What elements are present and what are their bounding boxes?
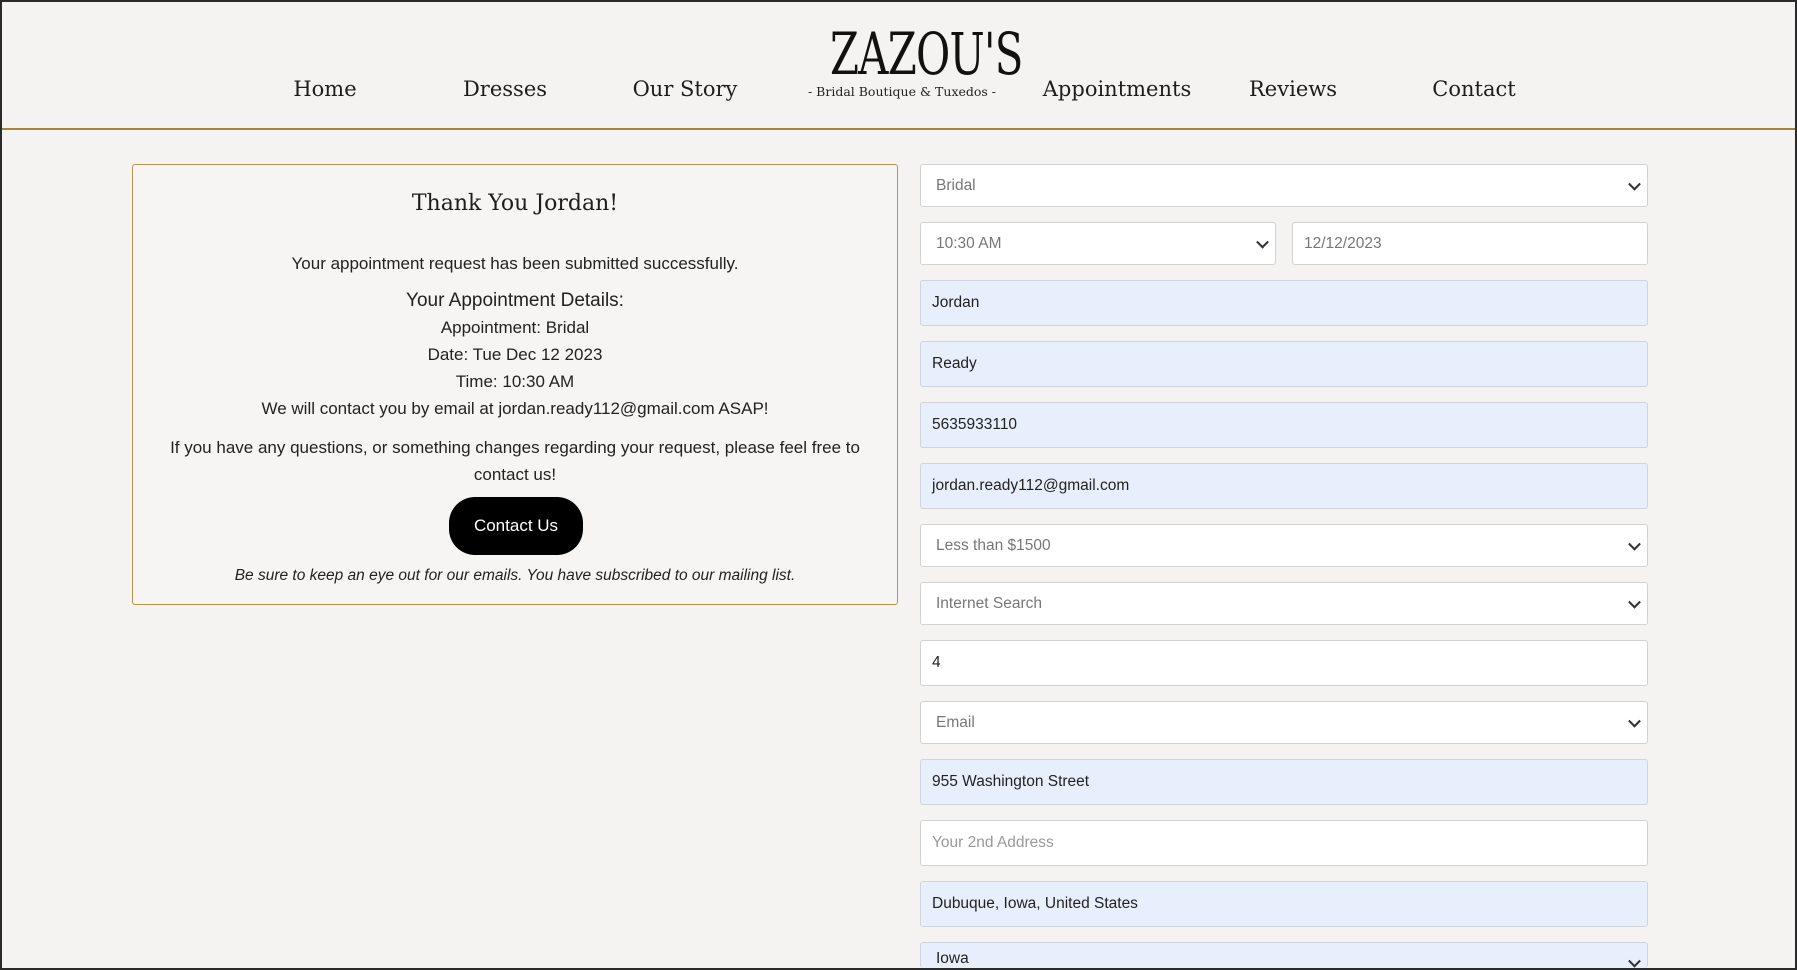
chevron-down-icon [1628, 954, 1641, 968]
referral-value: Internet Search [936, 594, 1042, 612]
chevron-down-icon [1256, 235, 1269, 249]
first-name-input[interactable]: Jordan [920, 280, 1648, 326]
address2-input[interactable]: Your 2nd Address [920, 820, 1648, 866]
nav-appointments[interactable]: Appointments [1043, 77, 1191, 101]
questions-line-1: If you have any questions, or something … [170, 438, 860, 457]
site-header: Home Dresses Our Story ZAZOU'S - Bridal … [2, 2, 1795, 130]
appointment-type-value: Bridal [936, 176, 976, 194]
party-size-value: 4 [932, 654, 941, 671]
last-name-input[interactable]: Ready [920, 341, 1648, 387]
time-select[interactable]: 10:30 AM [920, 222, 1276, 265]
confirmation-panel: Thank You Jordan! Your appointment reque… [132, 164, 898, 605]
detail-date: Date: Tue Dec 12 2023 [427, 345, 603, 364]
contact-method-value: Email [936, 713, 975, 731]
state-value: Iowa [936, 950, 969, 967]
confirmation-message: Your appointment request has been submit… [291, 254, 739, 273]
mailing-note: Be sure to keep an eye out for our email… [234, 567, 796, 584]
logo[interactable]: ZAZOU'S - Bridal Boutique & Tuxedos - [802, 20, 1023, 99]
time-value: 10:30 AM [936, 234, 1002, 252]
phone-input[interactable]: 5635933110 [920, 402, 1648, 448]
city-input[interactable]: Dubuque, Iowa, United States [920, 881, 1648, 927]
email-value: jordan.ready112@gmail.com [932, 477, 1130, 494]
email-input[interactable]: jordan.ready112@gmail.com [920, 463, 1648, 509]
contact-us-button[interactable]: Contact Us [449, 497, 583, 555]
state-select[interactable]: Iowa [920, 942, 1648, 968]
chevron-down-icon [1628, 595, 1641, 609]
chevron-down-icon [1628, 177, 1641, 191]
detail-time: Time: 10:30 AM [455, 372, 575, 391]
confirmation-title: Thank You Jordan! [411, 191, 619, 216]
budget-select[interactable]: Less than $1500 [920, 524, 1648, 567]
nav-reviews[interactable]: Reviews [1249, 77, 1337, 101]
address1-value: 955 Washington Street [932, 773, 1090, 790]
address2-placeholder: Your 2nd Address [932, 834, 1054, 851]
nav-home[interactable]: Home [293, 77, 356, 101]
details-heading: Your Appointment Details: [406, 290, 624, 311]
questions-line-2: contact us! [473, 465, 557, 484]
date-input[interactable]: 12/12/2023 [1292, 222, 1648, 265]
nav-our-story[interactable]: Our Story [633, 77, 738, 101]
nav-contact[interactable]: Contact [1432, 77, 1515, 101]
logo-name: ZAZOU'S [830, 20, 1023, 88]
city-value: Dubuque, Iowa, United States [932, 895, 1138, 912]
budget-value: Less than $1500 [936, 536, 1051, 554]
party-size-input[interactable]: 4 [920, 640, 1648, 686]
first-name-value: Jordan [932, 294, 980, 311]
email-note: We will contact you by email at jordan.r… [261, 399, 769, 418]
contact-method-select[interactable]: Email [920, 701, 1648, 744]
detail-appointment: Appointment: Bridal [440, 318, 590, 337]
last-name-value: Ready [932, 355, 977, 372]
phone-value: 5635933110 [932, 416, 1018, 433]
referral-select[interactable]: Internet Search [920, 582, 1648, 625]
chevron-down-icon [1628, 537, 1641, 551]
date-value: 12/12/2023 [1304, 234, 1382, 252]
chevron-down-icon [1628, 714, 1641, 728]
address1-input[interactable]: 955 Washington Street [920, 759, 1648, 805]
nav-dresses[interactable]: Dresses [463, 77, 547, 101]
appointment-type-select[interactable]: Bridal [920, 164, 1648, 207]
